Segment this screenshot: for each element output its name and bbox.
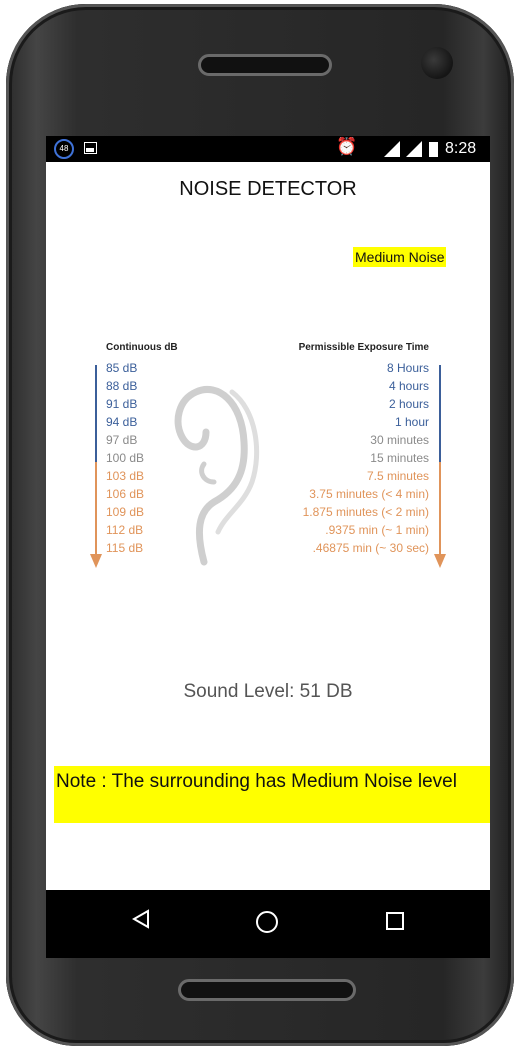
- db-level: 88 dB: [106, 379, 137, 393]
- recent-apps-icon[interactable]: [386, 912, 404, 930]
- back-icon[interactable]: [132, 909, 150, 929]
- db-level: 85 dB: [106, 361, 137, 375]
- signal-icon: [384, 141, 400, 157]
- exposure-time: 7.5 minutes: [367, 469, 429, 483]
- front-camera: [421, 47, 453, 79]
- left-arrowhead: [90, 554, 102, 568]
- battery-icon: [429, 142, 438, 157]
- db-level: 94 dB: [106, 415, 137, 429]
- earpiece-speaker: [198, 54, 332, 76]
- exposure-time: 3.75 minutes (< 4 min): [309, 487, 429, 501]
- image-notification-icon: [84, 142, 97, 154]
- ear-icon: [174, 386, 260, 566]
- exposure-time: 1 hour: [395, 415, 429, 429]
- chart-header-db: Continuous dB: [106, 342, 178, 353]
- home-icon[interactable]: [256, 911, 278, 933]
- db-level: 115 dB: [106, 541, 143, 555]
- exposure-time: 4 hours: [389, 379, 429, 393]
- db-level: 97 dB: [106, 433, 137, 447]
- exposure-time: 1.875 minutes (< 2 min): [303, 505, 429, 519]
- exposure-time-list: 8 Hours 4 hours 2 hours 1 hour 30 minutes 15 …: [303, 361, 429, 555]
- phone-screen: 48 ⏰ 8:28 NOISE DETECTOR Medium Noise Co…: [46, 136, 490, 958]
- app-title: NOISE DETECTOR: [179, 178, 357, 200]
- db-level: 106 dB: [106, 487, 144, 501]
- exposure-time: 30 minutes: [370, 433, 429, 447]
- db-level: 103 dB: [106, 469, 144, 483]
- db-level: 100 dB: [106, 451, 144, 465]
- clock: 8:28: [445, 140, 477, 157]
- alarm-icon: ⏰: [336, 137, 358, 156]
- notification-count-icon: 48: [54, 139, 74, 159]
- navigation-bar: [46, 890, 490, 958]
- signal-icon-2: [406, 141, 422, 157]
- noise-level-badge: Medium Noise: [353, 247, 447, 267]
- exposure-time: 15 minutes: [370, 451, 429, 465]
- chart-header-exposure: Permissible Exposure Time: [299, 342, 430, 353]
- right-arrowhead: [434, 554, 446, 568]
- exposure-time: .9375 min (~ 1 min): [325, 523, 429, 537]
- exposure-chart: Continuous dB Permissible Exposure Time …: [90, 342, 446, 568]
- db-level: 112 dB: [106, 523, 143, 537]
- db-level: 91 dB: [106, 397, 137, 411]
- bottom-speaker: [178, 979, 356, 1001]
- exposure-time: 2 hours: [389, 397, 429, 411]
- noise-note: Note : The surrounding has Medium Noise …: [54, 766, 490, 823]
- status-bar: 48 ⏰ 8:28: [46, 136, 490, 162]
- exposure-time: .46875 min (~ 30 sec): [313, 541, 429, 555]
- db-level: 109 dB: [106, 505, 144, 519]
- exposure-time: 8 Hours: [387, 361, 429, 375]
- sound-level-readout: Sound Level: 51 DB: [183, 681, 353, 702]
- db-level-list: 85 dB 88 dB 91 dB 94 dB 97 dB 100 dB 103 dB 106…: [106, 361, 144, 555]
